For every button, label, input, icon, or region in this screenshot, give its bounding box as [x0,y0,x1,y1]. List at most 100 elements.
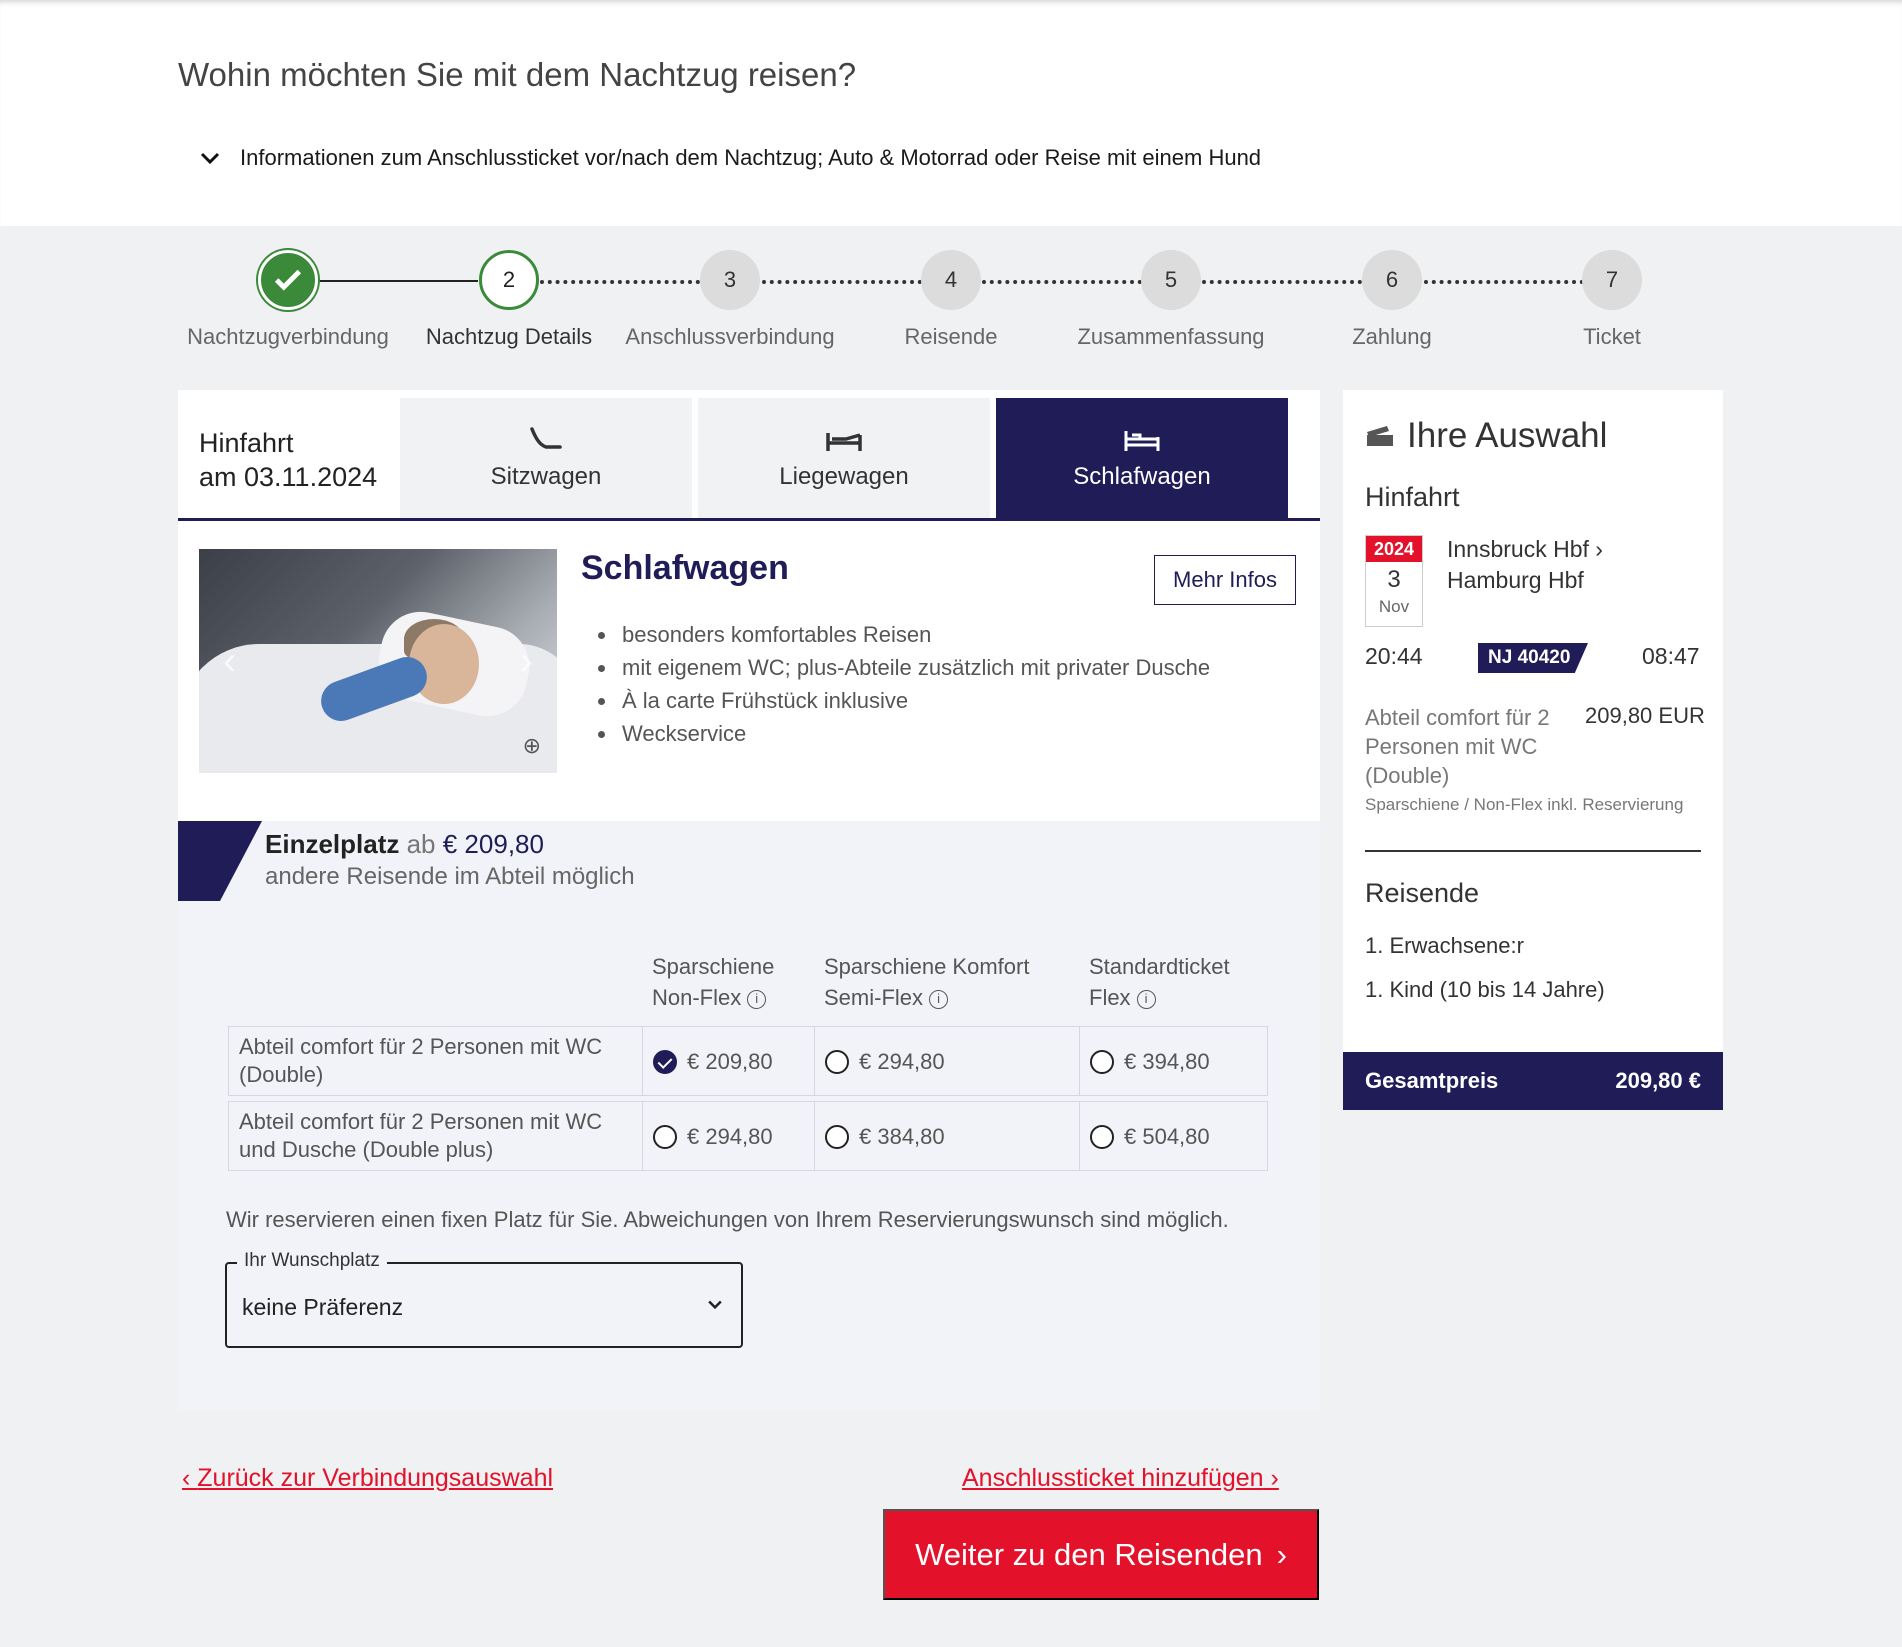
price-option[interactable]: € 394,80 [1090,1049,1210,1075]
chevron-right-icon: › [1263,1464,1279,1492]
price-value: € 294,80 [859,1049,945,1074]
traveller-item: 1. Erwachsene:r [1365,933,1524,958]
column-header-line2: Non-Flex [652,985,742,1010]
step-2: 2 Nachtzug Details [389,250,629,350]
price-value: € 294,80 [687,1124,773,1149]
price-value: € 384,80 [859,1124,945,1149]
tab-label: Schlafwagen [1073,463,1211,490]
column-header-line1: Standardticket [1089,954,1230,979]
summary-direction: Hinfahrt [1365,482,1460,512]
column-header-line1: Sparschiene Komfort [824,954,1030,979]
travellers-title: Reisende [1365,878,1480,908]
checkmark-icon [258,250,318,310]
compartment-name: Abteil comfort für 2 Personen mit WC und… [239,1109,603,1162]
step-6: 6 Zahlung [1272,250,1512,350]
step-5: 5 Zusammenfassung [1051,250,1291,350]
wagon-detail: ‹ › ⊕ Schlafwagen Mehr Infos besonders k… [178,521,1320,821]
step-3: 3 Anschlussverbindung [610,250,850,350]
info-toggle[interactable]: Informationen zum Anschlussticket vor/na… [198,145,1261,171]
total-price-bar: Gesamtpreis 209,80 € [1343,1052,1723,1110]
date-badge: 2024 3 Nov [1365,535,1423,627]
step-4: 4 Reisende [831,250,1071,350]
step-number: 4 [921,250,981,310]
summary-title-text: Ihre Auswahl [1407,416,1608,455]
tab-liegewagen[interactable]: Liegewagen [698,398,990,518]
tab-sitzwagen[interactable]: Sitzwagen [400,398,692,518]
zoom-icon[interactable]: ⊕ [523,733,541,759]
step-number: 3 [700,250,760,310]
departure-time: 20:44 [1365,643,1423,669]
route: Innsbruck Hbf › Hamburg Hbf [1447,534,1603,596]
more-info-button[interactable]: Mehr Infos [1154,555,1296,605]
chevron-down-icon [708,1300,722,1310]
radio-unchecked[interactable] [1090,1125,1114,1149]
select-value: keine Präferenz [242,1294,404,1320]
column-header-komfort: Sparschiene Komfort Semi-Flex i [824,951,1029,1013]
info-toggle-label: Informationen zum Anschlussticket vor/na… [240,145,1262,170]
header-area: Wohin möchten Sie mit dem Nachtzug reise… [0,0,1902,226]
from-station: Innsbruck Hbf [1447,536,1589,562]
feature-list: besonders komfortables Reisen mit eigene… [618,618,1210,750]
step-label: Zusammenfassung [1077,324,1265,349]
price-option[interactable]: € 504,80 [1090,1124,1210,1150]
price-value: € 394,80 [1124,1049,1210,1074]
radio-unchecked[interactable] [653,1125,677,1149]
tab-schlafwagen[interactable]: Schlafwagen [996,398,1288,518]
feature-item: besonders komfortables Reisen [618,618,1210,651]
to-station: Hamburg Hbf [1447,567,1584,593]
radio-checked[interactable] [653,1050,677,1074]
step-label: Reisende [904,324,998,349]
price-option[interactable]: € 294,80 [653,1124,773,1150]
price-option[interactable]: € 209,80 [653,1049,773,1075]
divider [1365,850,1701,852]
chevron-right-icon: › [1276,1536,1287,1572]
radio-unchecked[interactable] [825,1125,849,1149]
step-1[interactable]: Nachtzugverbindung [168,250,408,350]
add-connection-link[interactable]: Anschlussticket hinzufügen › [962,1464,1279,1493]
price-option[interactable]: € 384,80 [825,1124,945,1150]
info-icon[interactable]: i [929,989,949,1009]
back-link[interactable]: ‹ Zurück zur Verbindungsauswahl [182,1464,553,1493]
carousel-prev-icon[interactable]: ‹ [223,639,236,684]
trip-date-value: am 03.11.2024 [199,462,378,492]
radio-unchecked[interactable] [1090,1050,1114,1074]
info-icon[interactable]: i [747,989,767,1009]
date-month: Nov [1378,597,1410,616]
step-number: 7 [1582,250,1642,310]
couchette-icon [826,433,862,451]
offer-subtitle: andere Reisende im Abteil möglich [265,863,635,890]
table-row: Abteil comfort für 2 Personen mit WC (Do… [228,1026,1268,1096]
offer-name: Einzelplatz [265,829,400,859]
step-number: 6 [1362,250,1422,310]
info-icon[interactable]: i [1136,989,1156,1009]
continue-button[interactable]: Weiter zu den Reisenden › [883,1509,1319,1600]
back-link-label: Zurück zur Verbindungsauswahl [197,1464,554,1492]
date-day: 3 [1387,566,1401,593]
date-year: 2024 [1366,536,1422,562]
column-header-standard: Standardticket Flex i [1089,951,1230,1013]
chevron-left-icon: ‹ [182,1464,198,1492]
compartment-name: Abteil comfort für 2 Personen mit WC (Do… [239,1034,603,1087]
page-title: Wohin möchten Sie mit dem Nachtzug reise… [178,56,857,93]
price-option[interactable]: € 294,80 [825,1049,945,1075]
column-header-line2: Semi-Flex [824,985,924,1010]
seat-preference-select[interactable]: Ihr Wunschplatz keine Präferenz [225,1250,743,1348]
column-header-line1: Sparschiene [652,954,775,979]
carousel-next-icon[interactable]: › [520,639,533,684]
select-legend: Ihr Wunschplatz [237,1250,387,1272]
chevron-down-icon [200,152,220,165]
step-label: Nachtzug Details [425,324,593,349]
tab-label: Liegewagen [779,463,909,490]
offer-section: Einzelplatz ab € 209,80 andere Reisende … [178,821,1320,1410]
trip-date: Hinfahrt am 03.11.2024 [199,426,377,494]
selected-price: 209,80 EUR [1585,703,1705,728]
feature-item: mit eigenem WC; plus-Abteile zusätzlich … [618,651,1210,684]
offer-title: Einzelplatz ab € 209,80 [265,829,544,860]
radio-unchecked[interactable] [825,1050,849,1074]
add-connection-label: Anschlussticket hinzufügen [962,1464,1264,1492]
total-label: Gesamtpreis [1365,1068,1499,1093]
wagon-tabs: Hinfahrt am 03.11.2024 Sitzwagen Liegewa… [178,390,1320,522]
price-value: € 209,80 [687,1049,773,1074]
wagon-photo[interactable]: ‹ › ⊕ [199,549,557,773]
column-header-sparschiene: Sparschiene Non-Flex i [652,951,774,1013]
